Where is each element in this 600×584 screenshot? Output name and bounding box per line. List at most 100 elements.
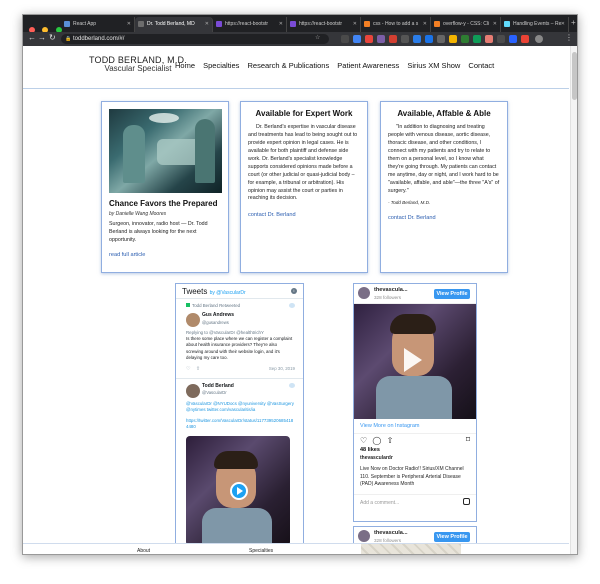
profile-avatar[interactable] bbox=[358, 287, 370, 299]
view-more-link[interactable]: View More on Instagram bbox=[354, 419, 476, 434]
instagram-username[interactable]: thevascula... bbox=[374, 530, 408, 536]
nav-research[interactable]: Research & Publications bbox=[247, 61, 329, 70]
comment-icon[interactable]: ◯ bbox=[372, 436, 381, 445]
extension-icon[interactable] bbox=[449, 35, 457, 43]
extension-icon[interactable] bbox=[521, 35, 529, 43]
back-arrow-icon[interactable]: ← bbox=[28, 33, 36, 42]
nav-patient-awareness[interactable]: Patient Awareness bbox=[337, 61, 399, 70]
extension-icon[interactable] bbox=[413, 35, 421, 43]
extension-icon[interactable] bbox=[437, 35, 445, 43]
tweet-text[interactable]: @VascularDr @NYUDocs @nyuniversity @VasS… bbox=[186, 401, 295, 414]
tweet-video[interactable] bbox=[186, 436, 290, 547]
close-tab-icon[interactable]: ✕ bbox=[205, 21, 209, 27]
instagram-username[interactable]: thevascula... bbox=[374, 287, 408, 293]
twitter-timeline[interactable]: Tweets by @VascularDr i Todd Berland Ret… bbox=[175, 283, 304, 554]
tab-label: Dr. Todd Berland, MD bbox=[147, 21, 195, 27]
avatar[interactable] bbox=[186, 383, 200, 398]
extension-icon[interactable] bbox=[425, 35, 433, 43]
footer-specialties[interactable]: Specialties bbox=[249, 548, 273, 554]
tweet-link[interactable]: https://twitter.com/VascularDr/status/11… bbox=[186, 418, 295, 431]
twitter-handle-link[interactable]: by @VascularDr bbox=[210, 290, 246, 296]
tweet[interactable]: Todd Berland Retweeted Gus Andrews @gusa… bbox=[176, 299, 303, 379]
bookmark-icon[interactable]: ⌑ bbox=[466, 435, 470, 444]
nav-siriusxm-show[interactable]: Sirius XM Show bbox=[407, 61, 460, 70]
nav-contact[interactable]: Contact bbox=[468, 61, 494, 70]
page-scrollbar[interactable] bbox=[570, 46, 577, 554]
share-icon[interactable]: ⇧ bbox=[387, 436, 394, 445]
contact-link[interactable]: contact Dr. Berland bbox=[248, 212, 296, 218]
instagram-embed[interactable]: thevascula... 328 followers View Profile… bbox=[353, 283, 477, 522]
extension-icon[interactable] bbox=[389, 35, 397, 43]
browser-window: React App ✕ Dr. Todd Berland, MD ✕ https:/… bbox=[22, 14, 578, 555]
extension-icon[interactable] bbox=[473, 35, 481, 43]
browser-tab[interactable]: React App ✕ bbox=[61, 17, 135, 32]
browser-tab[interactable]: https://react-bootstr ✕ bbox=[287, 17, 361, 32]
forward-arrow-icon[interactable]: → bbox=[38, 33, 46, 42]
extension-icon[interactable] bbox=[401, 35, 409, 43]
comment-field[interactable]: Add a comment... bbox=[354, 494, 476, 511]
extension-icon[interactable] bbox=[353, 35, 361, 43]
read-article-link[interactable]: read full article bbox=[109, 252, 145, 258]
browser-tab[interactable]: css - How to add a s ✕ bbox=[361, 17, 431, 32]
view-profile-button[interactable]: View Profile bbox=[434, 532, 470, 542]
reload-icon[interactable]: ↻ bbox=[49, 33, 56, 42]
quote-attribution: - Todd Berland, M.D. bbox=[388, 200, 431, 206]
tweet[interactable]: Todd Berland @VascularDr @VascularDr @NY… bbox=[176, 379, 303, 551]
browser-tab[interactable]: overflow-y - CSS: Cli ✕ bbox=[431, 17, 501, 32]
scrollbar-thumb[interactable] bbox=[572, 52, 577, 100]
page-content: TODD BERLAND, M.D. Vascular Specialist H… bbox=[23, 46, 577, 554]
extension-icon[interactable] bbox=[461, 35, 469, 43]
article-card: Chance Favors the Prepared by Danielle W… bbox=[101, 101, 229, 273]
tab-label: React App bbox=[73, 21, 97, 27]
tweet-author[interactable]: Todd Berland bbox=[202, 383, 295, 390]
browser-tab[interactable]: Handling Events – Re ✕ bbox=[501, 17, 569, 32]
share-icon[interactable]: ⇧ bbox=[196, 366, 200, 372]
tweet-handle[interactable]: @gusandrews bbox=[202, 320, 295, 326]
close-tab-icon[interactable]: ✕ bbox=[279, 21, 283, 27]
card-quote: "In addition to diagnosing and treating … bbox=[388, 124, 500, 194]
extension-icon[interactable] bbox=[365, 35, 373, 43]
close-tab-icon[interactable]: ✕ bbox=[561, 21, 565, 27]
view-profile-button[interactable]: View Profile bbox=[434, 289, 470, 299]
tweet-actions: ♡ ⇧ Sep 30, 2019 bbox=[186, 366, 295, 374]
close-tab-icon[interactable]: ✕ bbox=[353, 21, 357, 27]
contact-link[interactable]: contact Dr. Berland bbox=[388, 215, 436, 221]
retweet-icon bbox=[186, 303, 190, 307]
profile-avatar-icon[interactable] bbox=[535, 35, 543, 43]
instagram-video[interactable] bbox=[354, 304, 476, 419]
tweet-date[interactable]: Sep 30, 2019 bbox=[269, 366, 295, 372]
extension-icon[interactable] bbox=[377, 35, 385, 43]
footer-about[interactable]: About bbox=[137, 548, 150, 554]
instagram-logo-icon[interactable] bbox=[463, 498, 470, 505]
avatar[interactable] bbox=[186, 313, 200, 327]
close-tab-icon[interactable]: ✕ bbox=[423, 21, 427, 27]
caption-text: Live Now on Doctor Radio!! Sirius/XM Cha… bbox=[360, 466, 464, 487]
info-icon[interactable]: i bbox=[291, 288, 297, 294]
video-subject bbox=[214, 451, 258, 470]
address-bar[interactable]: 🔒 toddberland.com/#/ bbox=[61, 34, 329, 44]
tweet-handle[interactable]: @VascularDr bbox=[202, 390, 295, 396]
nav-home[interactable]: Home bbox=[175, 61, 195, 70]
extension-icon[interactable] bbox=[509, 35, 517, 43]
new-tab-button[interactable]: + bbox=[571, 18, 576, 27]
like-icon[interactable]: ♡ bbox=[186, 366, 190, 372]
browser-tab[interactable]: https://react-bootstr ✕ bbox=[213, 17, 287, 32]
bookmark-star-icon[interactable]: ☆ bbox=[315, 34, 320, 41]
tweet-author[interactable]: Gus Andrews bbox=[202, 312, 295, 319]
follower-count: 328 followers bbox=[374, 295, 402, 300]
extension-icon[interactable] bbox=[341, 35, 349, 43]
caption-username[interactable]: thevasculardr bbox=[360, 455, 393, 461]
site-brand[interactable]: TODD BERLAND, M.D. Vascular Specialist bbox=[89, 55, 187, 74]
location-map[interactable] bbox=[361, 544, 461, 554]
extension-icon[interactable] bbox=[485, 35, 493, 43]
retweet-text: Todd Berland Retweeted bbox=[192, 303, 241, 308]
browser-tab-active[interactable]: Dr. Todd Berland, MD ✕ bbox=[135, 17, 213, 32]
browser-menu-icon[interactable]: ⋮ bbox=[565, 33, 573, 42]
close-tab-icon[interactable]: ✕ bbox=[127, 21, 131, 27]
play-icon[interactable] bbox=[404, 348, 422, 372]
heart-icon[interactable]: ♡ bbox=[360, 436, 367, 445]
nav-specialties[interactable]: Specialties bbox=[203, 61, 239, 70]
profile-avatar[interactable] bbox=[358, 530, 370, 542]
extension-icon[interactable] bbox=[497, 35, 505, 43]
close-tab-icon[interactable]: ✕ bbox=[493, 21, 497, 27]
